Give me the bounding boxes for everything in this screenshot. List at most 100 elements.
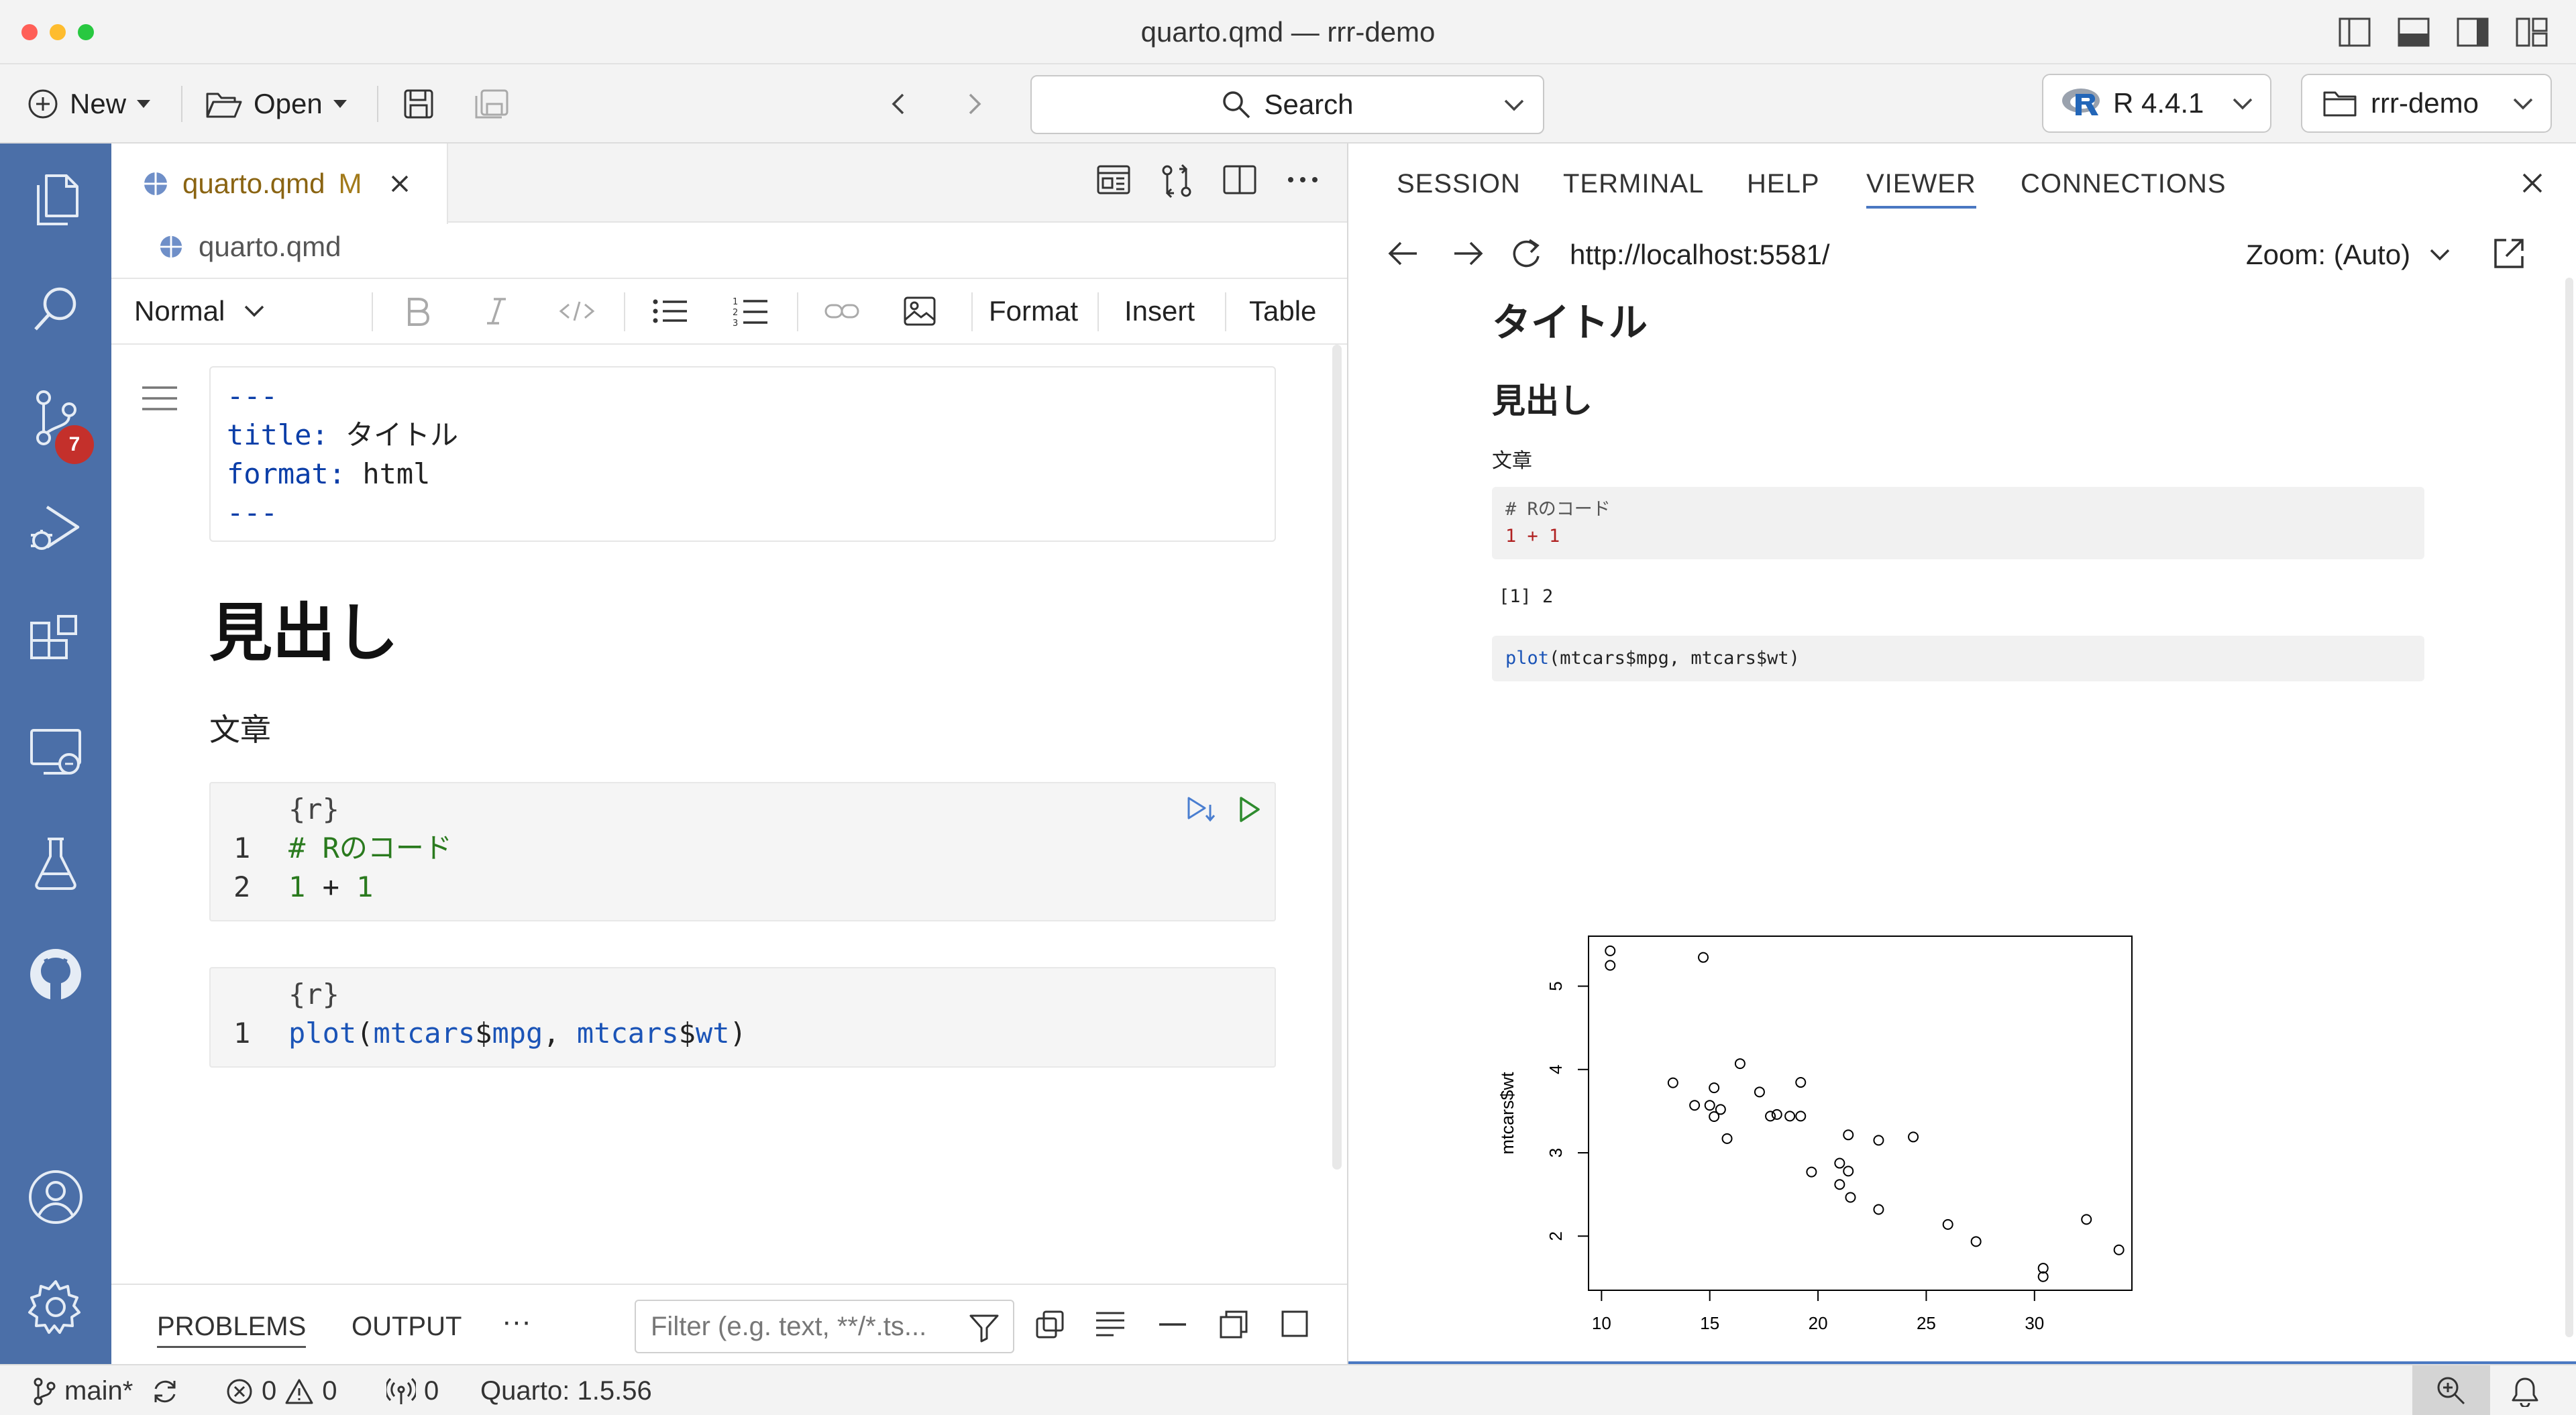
copy-icon[interactable] [1034, 1309, 1065, 1340]
toggle-secondary-sidebar-icon[interactable] [2455, 15, 2490, 50]
scatter-point [1942, 1219, 1953, 1230]
arrow-left-icon[interactable] [1386, 239, 1419, 268]
compare-changes-icon[interactable] [1159, 164, 1194, 199]
back-button[interactable] [885, 82, 912, 126]
toggle-primary-sidebar-icon[interactable] [2337, 15, 2372, 50]
settings-gear-icon[interactable] [25, 1277, 86, 1337]
refresh-icon[interactable] [1509, 236, 1543, 270]
notifications-bell-icon[interactable] [2510, 1376, 2540, 1407]
image-button[interactable] [903, 279, 936, 343]
doc-heading[interactable]: 見出し [209, 582, 398, 673]
zoom-status-button[interactable] [2412, 1365, 2490, 1415]
split-editor-icon[interactable] [1222, 164, 1257, 196]
new-button[interactable]: New [27, 82, 151, 126]
block-style-select[interactable]: Normal [134, 279, 266, 343]
restore-panel-icon[interactable] [1218, 1309, 1249, 1340]
x-tick-label: 20 [1809, 1313, 1828, 1333]
zoom-select[interactable]: Zoom: (Auto) [2246, 239, 2452, 271]
problems-filter-input[interactable]: Filter (e.g. text, **/*.ts... [635, 1300, 1014, 1353]
problems-status[interactable]: 0 0 [225, 1376, 337, 1406]
ports-count: 0 [424, 1376, 439, 1406]
code-icon [559, 301, 595, 321]
viewer-scrollbar[interactable] [2565, 278, 2573, 1337]
insert-menu[interactable]: Insert [1124, 279, 1195, 343]
doc-paragraph[interactable]: 文章 [209, 705, 271, 750]
ports-status[interactable]: 0 [386, 1376, 439, 1406]
command-search[interactable]: Search [1030, 75, 1544, 134]
search-icon[interactable] [25, 279, 86, 339]
scatter-point [1834, 1157, 1845, 1169]
yaml-front-matter[interactable]: --- title: タイトル format: html --- [209, 366, 1276, 542]
open-external-icon[interactable] [2491, 236, 2526, 271]
open-button[interactable]: Open [205, 82, 347, 126]
github-icon[interactable] [25, 944, 86, 1005]
y-tick-label: 3 [1546, 1148, 1566, 1157]
project-selector[interactable]: rrr-demo [2301, 74, 2552, 133]
remote-explorer-icon[interactable] [25, 722, 86, 782]
tab-problems[interactable]: PROBLEMS [157, 1312, 307, 1348]
folder-open-icon [206, 93, 242, 118]
scatter-point [1970, 1236, 1982, 1247]
breadcrumb[interactable]: quarto.qmd [158, 231, 341, 263]
chevron-right-icon [969, 93, 981, 115]
tab-connections[interactable]: CONNECTIONS [2021, 169, 2226, 199]
code-button[interactable] [558, 279, 596, 343]
scatter-point [1704, 1100, 1715, 1111]
branch-status[interactable]: main* [32, 1376, 180, 1406]
toggle-panel-icon[interactable] [2396, 15, 2431, 50]
filter-placeholder: Filter (e.g. text, **/*.ts... [651, 1311, 927, 1341]
sync-icon[interactable] [150, 1378, 180, 1405]
table-menu[interactable]: Table [1249, 279, 1316, 343]
more-tabs-button[interactable]: ··· [502, 1305, 531, 1339]
bold-button[interactable] [404, 279, 431, 343]
link-button[interactable] [824, 279, 860, 343]
tab-viewer[interactable]: VIEWER [1866, 169, 1976, 209]
explorer-icon[interactable] [25, 170, 86, 231]
close-icon[interactable] [2520, 170, 2545, 196]
editor-scrollbar[interactable] [1332, 345, 1342, 1170]
scatter-point [1765, 1111, 1776, 1122]
tab-quarto-qmd[interactable]: quarto.qmd M [111, 144, 448, 224]
r-interpreter-selector[interactable]: R 4.4.1 [2042, 74, 2271, 133]
tab-help[interactable]: HELP [1747, 169, 1820, 199]
preview-icon[interactable] [1096, 164, 1131, 196]
more-actions-icon[interactable] [1285, 164, 1320, 196]
chevron-down-icon [2430, 249, 2450, 261]
viewer-url[interactable]: http://localhost:5581/ [1570, 239, 1830, 271]
format-menu[interactable]: Format [989, 279, 1078, 343]
warning-count: 0 [322, 1376, 337, 1406]
save-icon [404, 89, 433, 119]
scatter-point [1873, 1135, 1884, 1146]
scatter-point [1771, 1109, 1782, 1120]
word-wrap-icon[interactable] [1095, 1310, 1126, 1337]
run-cell-icon[interactable] [1236, 795, 1263, 824]
tab-session[interactable]: SESSION [1397, 169, 1521, 199]
chevron-down-icon [137, 100, 151, 108]
maximize-panel-icon[interactable] [1280, 1309, 1309, 1339]
zoom-in-icon [2437, 1377, 2465, 1405]
filter-icon[interactable] [969, 1313, 1000, 1343]
extensions-icon[interactable] [25, 610, 86, 671]
customize-layout-icon[interactable] [2514, 15, 2549, 50]
arrow-right-icon[interactable] [1452, 239, 1485, 268]
save-all-button[interactable] [474, 82, 510, 126]
tab-output[interactable]: OUTPUT [352, 1312, 462, 1342]
numbered-list-button[interactable]: 123 [733, 279, 769, 343]
minimize-panel-icon[interactable] [1158, 1322, 1187, 1326]
tab-terminal[interactable]: TERMINAL [1563, 169, 1704, 199]
code-cell-2[interactable]: {r} 1 plot(mtcars$mpg, mtcars$wt) [209, 967, 1276, 1068]
testing-flask-icon[interactable] [25, 833, 86, 893]
code-cell-1[interactable]: {r} 1 # Rのコード 21 + 1 [209, 782, 1276, 921]
save-button[interactable] [402, 82, 435, 126]
yaml-handle-icon[interactable] [141, 385, 178, 412]
italic-button[interactable] [483, 279, 510, 343]
chevron-down-icon [333, 100, 347, 108]
run-cells-above-icon[interactable] [1186, 795, 1217, 824]
run-debug-icon[interactable] [25, 499, 86, 559]
account-icon[interactable] [25, 1167, 86, 1227]
bullet-list-button[interactable] [652, 279, 688, 343]
quarto-version[interactable]: Quarto: 1.5.56 [480, 1376, 652, 1406]
visual-editor-content[interactable]: --- title: タイトル format: html --- 見出し 文章 … [111, 346, 1347, 1271]
close-icon[interactable] [388, 172, 411, 195]
forward-button[interactable] [961, 82, 987, 126]
